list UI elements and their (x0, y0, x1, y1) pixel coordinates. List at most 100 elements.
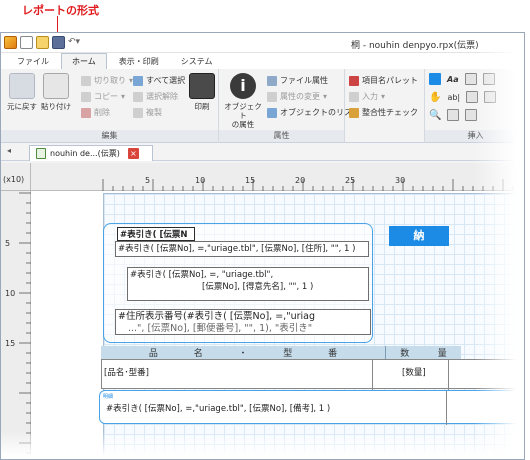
delivery-badge[interactable]: 納 (389, 226, 449, 246)
object-props-button[interactable]: i オブジェクト の属性 (223, 73, 263, 129)
item-name-field[interactable]: [品名･型番] (104, 366, 149, 378)
check-icon (349, 107, 359, 118)
undo-button[interactable]: 元に戻す (5, 73, 39, 111)
consistency-check-button[interactable]: 整合性チェック (349, 107, 418, 118)
selected-field[interactable]: #表引き( [伝票N (117, 227, 195, 241)
print-button[interactable]: 印刷 (187, 73, 217, 111)
label-tool-icon[interactable]: ab| (447, 93, 460, 102)
deselect-icon (133, 91, 143, 102)
text-tool-icon[interactable]: Aa (447, 75, 459, 84)
report-canvas[interactable]: #表引き( [伝票N #表引き( [伝票No], =,"uriage.tbl",… (31, 191, 524, 459)
cut-button[interactable]: 切り取り ▾ (81, 75, 133, 86)
delete-button[interactable]: 削除 (81, 107, 110, 118)
undo-label: 元に戻す (7, 102, 37, 111)
horizontal-ruler: 5 10 15 20 25 30 (31, 163, 524, 191)
new-file-icon[interactable] (20, 36, 33, 49)
info-icon: i (230, 73, 256, 99)
customer-name-field[interactable]: #表引き( [伝票No], =, "uriage.tbl", [伝票No], [… (127, 267, 369, 301)
open-folder-icon[interactable] (36, 36, 49, 49)
address-field[interactable]: #表引き( [伝票No], =,"uriage.tbl", [伝票No], [住… (115, 241, 369, 257)
pointer-tool-icon[interactable] (429, 73, 441, 85)
hand-tool-icon[interactable]: ✋ (429, 92, 441, 103)
object-list-icon (267, 107, 277, 118)
customer-name-line1: #表引き( [伝票No], =, "uriage.tbl", (130, 270, 274, 280)
ruler-label: 15 (245, 176, 255, 185)
select-all-label: すべて選択 (146, 76, 186, 85)
quantity-field[interactable]: [数量] (402, 366, 426, 378)
paste-icon (43, 73, 69, 99)
ruler-unit: (x10) (1, 163, 31, 191)
ruler-label: 5 (5, 239, 10, 248)
qty-header-char: 数 (400, 349, 410, 359)
zip-code-field[interactable]: #住所表示番号(#表引き( [伝票No], =,"uriag ...", [伝票… (115, 309, 371, 335)
paste-button[interactable]: 貼り付け (39, 73, 73, 111)
input-button[interactable]: 入力 ▾ (349, 91, 385, 102)
tab-home[interactable]: ホーム (61, 53, 107, 69)
line-tool-icon[interactable] (465, 109, 478, 121)
ruler-label: 15 (5, 339, 15, 348)
detail-header-row[interactable]: 品 名 ・ 型 番 数 量 (101, 346, 461, 359)
item-header-char: 品 (148, 349, 158, 359)
table-tool-icon[interactable] (482, 73, 495, 85)
paste-label: 貼り付け (41, 102, 71, 111)
select-all-button[interactable]: すべて選択 (133, 75, 185, 86)
file-props-icon (267, 75, 277, 86)
grid-tool-icon[interactable] (484, 91, 497, 103)
copy-button[interactable]: コピー ▾ (81, 91, 125, 102)
save-icon[interactable] (52, 36, 65, 49)
column-divider (448, 360, 449, 390)
ruler-label: 20 (295, 176, 305, 185)
vertical-ruler: 5 10 15 (1, 191, 31, 459)
delete-label: 削除 (94, 108, 110, 117)
select-all-icon (133, 75, 143, 86)
item-header-char: 型 (283, 349, 293, 359)
ruler-label: 5 (145, 176, 150, 185)
tab-file[interactable]: ファイル (7, 54, 59, 69)
image-tool-icon[interactable] (447, 109, 460, 121)
report-editor: (x10) 5 10 15 20 25 30 5 10 15 #表引き( [伝票N #表引き(… (1, 163, 524, 459)
ribbon-group-edit: 元に戻す 貼り付け 切り取り ▾ コピー ▾ 削除 すべて選択 選択解除 複製 … (1, 69, 219, 143)
ribbon-group-item: 項目名パレット 入力 ▾ 整合性チェック (345, 69, 425, 143)
app-logo-icon[interactable] (4, 36, 17, 49)
item-header-char: 名 (193, 349, 203, 359)
copy-label: コピー (94, 92, 118, 101)
cut-label: 切り取り (94, 76, 126, 85)
detail-section[interactable]: 明細 #表引き( [伝票No], =,"uriage.tbl", [伝票No],… (99, 390, 524, 425)
deselect-button[interactable]: 選択解除 (133, 91, 178, 102)
duplicate-button[interactable]: 複製 (133, 107, 162, 118)
vertical-ruler-ticks: 5 10 15 (5, 192, 31, 454)
detail-row[interactable]: [品名･型番] [数量] (101, 359, 524, 390)
report-file-icon (36, 148, 46, 159)
document-tab-bar: ◂ nouhin de...(伝票) × (1, 143, 524, 161)
undo-icon (9, 73, 35, 99)
field-tool-icon[interactable] (464, 73, 477, 85)
file-props-button[interactable]: ファイル属性 (267, 75, 328, 86)
insert-tools-row1: Aa (429, 73, 495, 85)
deselect-label: 選択解除 (146, 92, 178, 101)
tab-scroll-left-icon[interactable]: ◂ (7, 146, 11, 155)
copy-icon (81, 91, 91, 102)
box-tool-icon[interactable] (466, 91, 479, 103)
item-palette-label: 項目名パレット (362, 76, 418, 85)
item-palette-button[interactable]: 項目名パレット (349, 75, 418, 86)
change-props-icon (267, 91, 277, 102)
zoom-tool-icon[interactable]: 🔍 (429, 110, 441, 121)
qty-header: 数 量 (386, 346, 461, 359)
print-label: 印刷 (194, 102, 210, 111)
close-tab-button[interactable]: × (127, 148, 139, 159)
input-icon (349, 91, 359, 102)
change-props-button[interactable]: 属性の変更 ▾ (267, 91, 327, 102)
ruler-label: 25 (345, 176, 355, 185)
ruler-label: 10 (5, 289, 15, 298)
undo-quick-icon[interactable]: ↶▾ (68, 36, 80, 49)
tab-view-print[interactable]: 表示・印刷 (109, 54, 169, 69)
item-header: 品 名 ・ 型 番 (101, 346, 386, 359)
tab-system[interactable]: システム (171, 54, 223, 69)
object-props-label: オブジェクト の属性 (224, 102, 262, 129)
ribbon-group-insert: Aa ✋ ab| 🔍 挿入 (425, 69, 524, 143)
duplicate-label: 複製 (146, 108, 162, 117)
document-tab[interactable]: nouhin de...(伝票) × (29, 145, 153, 161)
callout-label: レポートの形式 (22, 4, 99, 17)
file-props-label: ファイル属性 (280, 76, 328, 85)
remarks-field[interactable]: #表引き( [伝票No], =,"uriage.tbl", [伝票No], [備… (106, 402, 330, 414)
